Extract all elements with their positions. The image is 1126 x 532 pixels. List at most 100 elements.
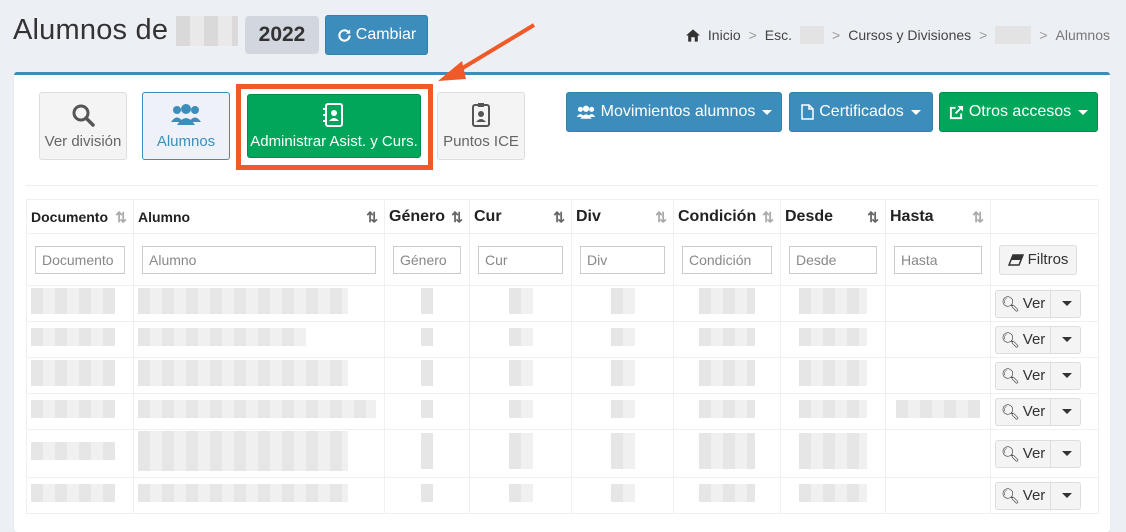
breadcrumb-separator: > <box>979 27 988 43</box>
filtros-label: Filtros <box>1027 251 1069 268</box>
redacted-cell <box>138 484 348 502</box>
ver-button[interactable]: 🔍︎ Ver <box>995 325 1051 354</box>
redacted-cell <box>799 484 867 502</box>
ver-label: Ver <box>1022 295 1046 312</box>
filtros-button[interactable]: Filtros <box>999 244 1077 275</box>
sort-icon: ⇅ <box>867 209 879 225</box>
ver-button-group: 🔍︎ Ver <box>995 481 1094 510</box>
breadcrumb-esc[interactable]: Esc. <box>765 27 792 43</box>
redacted-cell <box>421 360 433 386</box>
redacted-cell <box>699 288 755 314</box>
column-header[interactable]: Div ⇅ <box>571 199 674 234</box>
actions-header <box>990 199 1099 234</box>
alumnos-button[interactable]: Alumnos <box>142 92 230 160</box>
redacted-cell <box>508 484 533 502</box>
cur-filter-input[interactable] <box>478 245 563 274</box>
main-box: Ver división Alumnos Administrar Asist. … <box>14 23 1110 532</box>
page-title-text: Alumnos de <box>13 14 169 46</box>
redacted-cell <box>699 484 755 502</box>
ver-button-group: 🔍︎ Ver <box>995 397 1094 426</box>
hasta-filter-input[interactable] <box>894 245 982 274</box>
ver-division-button[interactable]: Ver división <box>39 92 127 160</box>
redacted-cell <box>31 288 115 314</box>
search-icon: 🔍︎ <box>1000 367 1020 385</box>
breadcrumb-inicio[interactable]: Inicio <box>708 27 741 43</box>
sort-icon: ⇅ <box>655 209 667 225</box>
redacted-breadcrumb <box>800 26 825 44</box>
cambiar-button[interactable]: Cambiar <box>325 15 428 55</box>
column-header[interactable]: Desde ⇅ <box>780 199 886 234</box>
redacted-cell <box>421 433 433 469</box>
chevron-down-icon <box>1061 493 1072 498</box>
condicion-filter-input[interactable] <box>682 245 772 274</box>
annotation-arrow <box>438 23 536 81</box>
redacted-cell <box>610 484 635 502</box>
ver-dropdown-toggle[interactable] <box>1051 361 1081 390</box>
sort-icon: ⇅ <box>115 209 127 225</box>
ver-label: Ver <box>1022 331 1046 348</box>
redacted-cell <box>31 442 115 460</box>
otros-accesos-dropdown[interactable]: Otros accesos <box>939 92 1098 132</box>
breadcrumb-cursos[interactable]: Cursos y Divisiones <box>848 27 971 43</box>
users-icon <box>171 103 201 125</box>
ver-dropdown-toggle[interactable] <box>1051 289 1081 318</box>
table-row: 🔍︎ Ver <box>26 285 1099 322</box>
ver-dropdown-toggle[interactable] <box>1051 439 1081 468</box>
puntos-ice-label: Puntos ICE <box>443 132 519 150</box>
table-row: 🔍︎ Ver <box>26 357 1099 394</box>
redacted-cell <box>421 400 433 418</box>
certificados-label: Certificados <box>819 103 904 120</box>
desde-filter-input[interactable] <box>789 245 877 274</box>
column-header-label: Género <box>389 207 446 225</box>
div-filter-input[interactable] <box>580 245 665 274</box>
ver-dropdown-toggle[interactable] <box>1051 325 1081 354</box>
redacted-cell <box>508 433 533 469</box>
sort-icon: ⇅ <box>451 209 463 225</box>
otros-accesos-label: Otros accesos <box>968 103 1072 120</box>
ver-dropdown-toggle[interactable] <box>1051 481 1081 510</box>
ver-button-group: 🔍︎ Ver <box>995 439 1094 468</box>
table-row: 🔍︎ Ver <box>26 477 1099 514</box>
column-header[interactable]: Alumno ⇅ <box>133 199 385 234</box>
search-icon: 🔍︎ <box>1000 295 1020 313</box>
redacted-cell <box>699 400 755 418</box>
ver-dropdown-toggle[interactable] <box>1051 397 1081 426</box>
breadcrumb: Inicio > Esc. > Cursos y Divisiones > > … <box>685 26 1110 44</box>
redacted-cell <box>31 400 115 418</box>
certificados-dropdown[interactable]: Certificados <box>789 92 933 132</box>
ver-label: Ver <box>1022 487 1046 504</box>
ver-label: Ver <box>1022 403 1046 420</box>
alumnos-table: Documento ⇅ Alumno ⇅ Género ⇅ Cur ⇅ Div ⇅ Con… <box>26 199 1099 514</box>
column-header[interactable]: Género ⇅ <box>384 199 470 234</box>
ver-button[interactable]: 🔍︎ Ver <box>995 361 1051 390</box>
puntos-ice-button[interactable]: Puntos ICE <box>437 92 525 160</box>
redacted-cell <box>31 484 115 502</box>
genero-filter-input[interactable] <box>393 245 461 274</box>
redacted-cell <box>421 288 433 314</box>
ver-button-group: 🔍︎ Ver <box>995 289 1094 318</box>
column-header[interactable]: Condición ⇅ <box>673 199 781 234</box>
movimientos-dropdown[interactable]: Movimientos alumnos <box>566 92 782 132</box>
redacted-breadcrumb[interactable] <box>995 26 1032 44</box>
column-header-label: Desde <box>785 207 834 225</box>
chevron-down-icon <box>1061 337 1072 342</box>
redacted-cell <box>508 360 533 386</box>
ver-button[interactable]: 🔍︎ Ver <box>995 397 1051 426</box>
column-header[interactable]: Hasta ⇅ <box>885 199 991 234</box>
search-icon: 🔍︎ <box>1000 445 1020 463</box>
alumno-filter-input[interactable] <box>142 245 376 274</box>
sort-icon: ⇅ <box>972 209 984 225</box>
redacted-cell <box>421 484 433 502</box>
redacted-cell <box>138 360 348 386</box>
documento-filter-input[interactable] <box>35 245 125 274</box>
column-header-label: Documento <box>31 208 108 225</box>
ver-button[interactable]: 🔍︎ Ver <box>995 439 1051 468</box>
ver-button[interactable]: 🔍︎ Ver <box>995 481 1051 510</box>
chevron-down-icon <box>1061 451 1072 456</box>
ver-button[interactable]: 🔍︎ Ver <box>995 289 1051 318</box>
pdf-file-icon <box>801 104 814 120</box>
column-header[interactable]: Cur ⇅ <box>469 199 572 234</box>
column-header-label: Condición <box>678 207 757 225</box>
badge-icon <box>472 102 490 127</box>
column-header[interactable]: Documento ⇅ <box>26 199 134 234</box>
